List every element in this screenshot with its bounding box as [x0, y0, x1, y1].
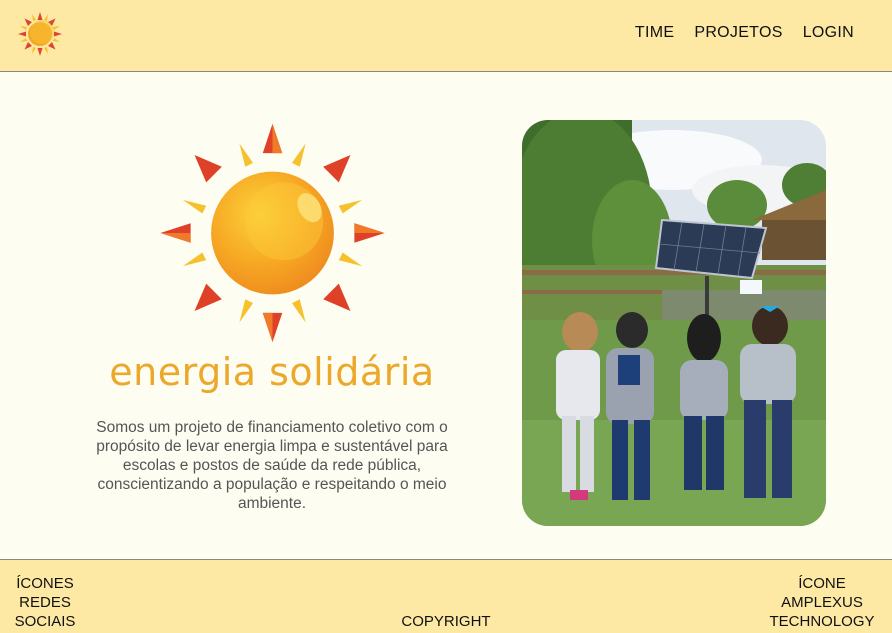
footer: ÍCONES REDES SOCIAIS COPYRIGHT ÍCONE AMP…	[0, 559, 892, 633]
nav-link-login[interactable]: LOGIN	[803, 24, 854, 42]
brand-name: energia solidária	[109, 350, 435, 394]
children-solar-panel-photo-icon	[522, 120, 826, 526]
nav-link-projetos[interactable]: PROJETOS	[694, 24, 782, 42]
project-photo	[522, 120, 826, 526]
top-nav: TIME PROJETOS LOGIN	[635, 24, 854, 42]
sun-brand-icon	[160, 123, 385, 343]
copyright: COPYRIGHT	[401, 613, 491, 630]
amplexus-icon-placeholder[interactable]: ÍCONE AMPLEXUS TECHNOLOGY	[764, 574, 880, 631]
header: TIME PROJETOS LOGIN	[0, 0, 892, 72]
nav-link-time[interactable]: TIME	[635, 24, 674, 42]
project-description: Somos um projeto de financiamento coleti…	[96, 419, 448, 512]
sun-logo-icon[interactable]	[16, 10, 64, 58]
main-content: energia solidária Somos um projeto de fi…	[0, 72, 892, 559]
